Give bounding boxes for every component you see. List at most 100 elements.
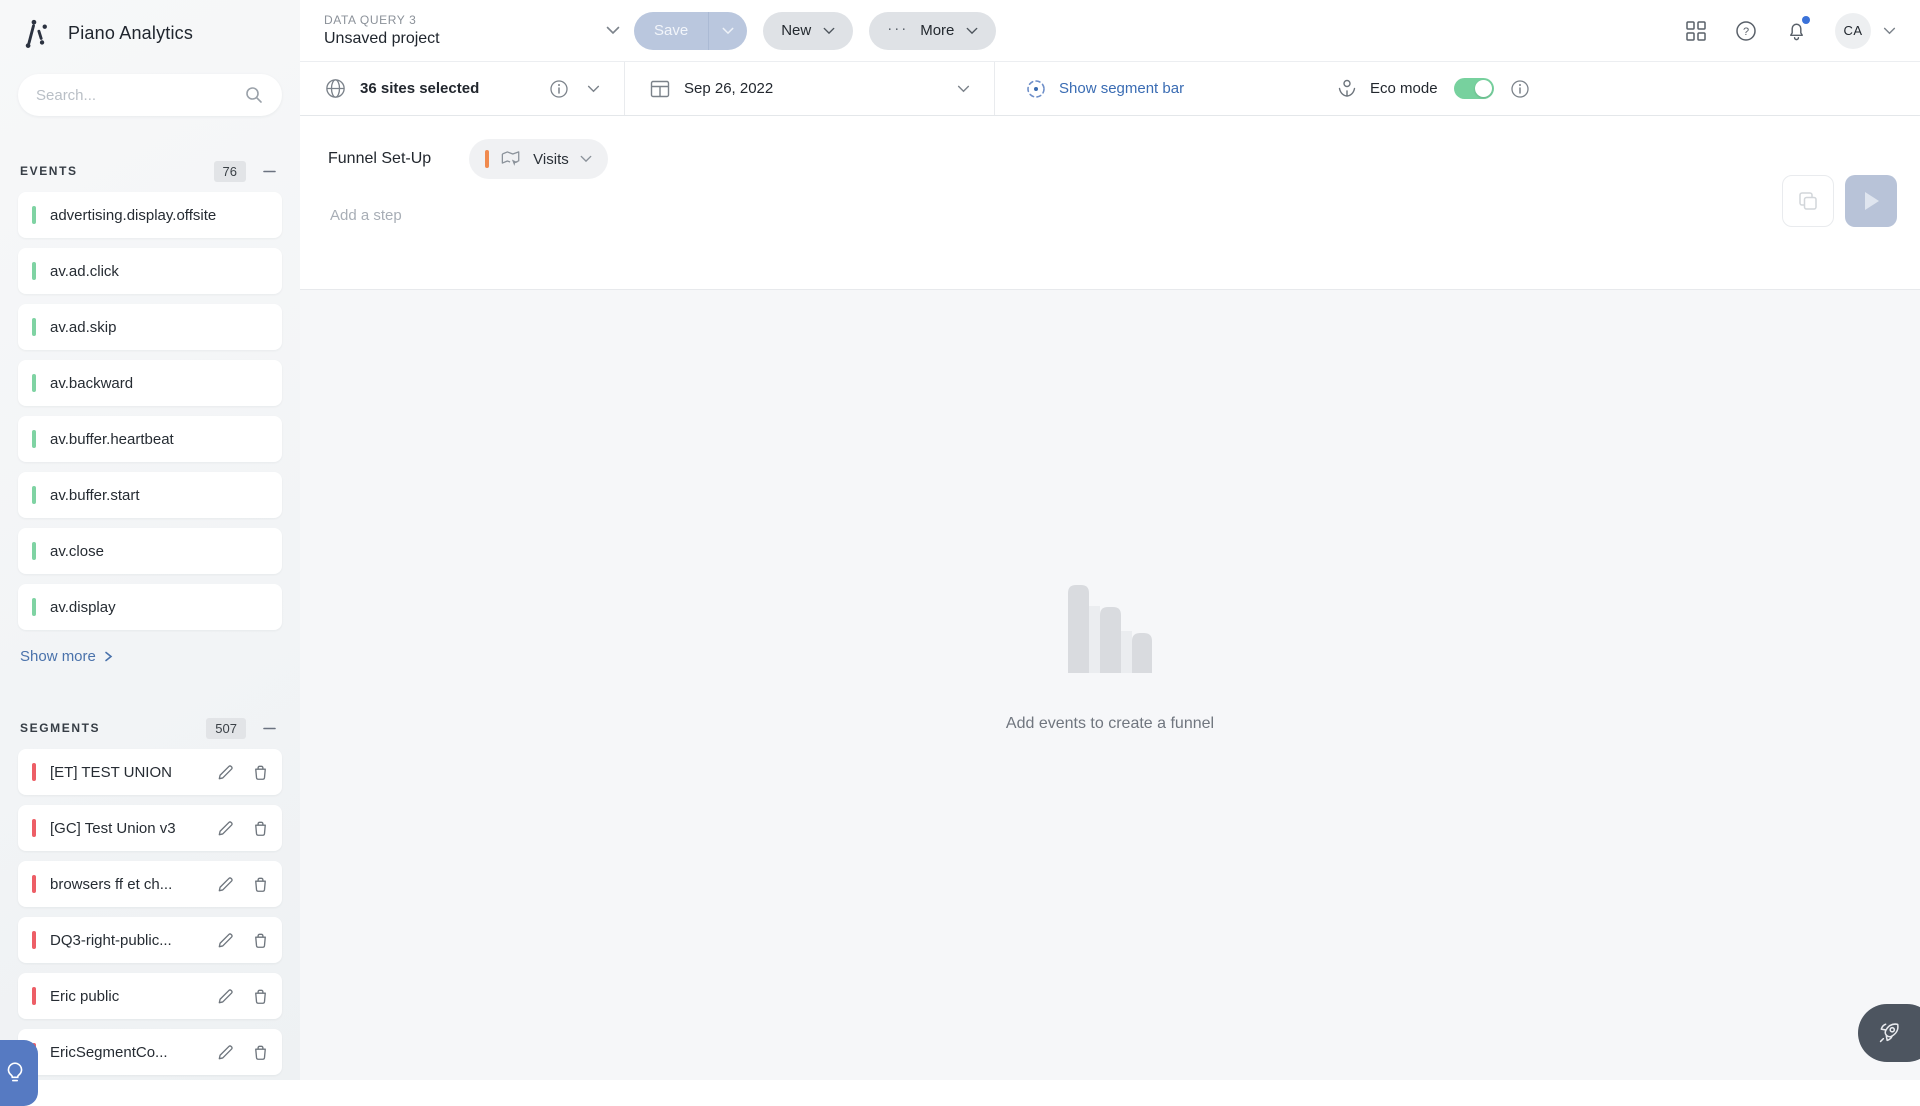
- project-selector[interactable]: DATA QUERY 3 Unsaved project: [324, 13, 620, 48]
- event-item[interactable]: av.close: [18, 528, 282, 574]
- metric-label: Visits: [533, 151, 569, 168]
- sidebar: Piano Analytics EVENTS 76 advertising.di…: [0, 0, 300, 1080]
- search-box: [18, 74, 282, 116]
- new-button-label: New: [781, 22, 811, 39]
- segment-accent-bar: [32, 987, 36, 1005]
- segment-item[interactable]: [ET] TEST UNION: [18, 749, 282, 795]
- eco-info-icon[interactable]: [1510, 79, 1530, 99]
- event-item[interactable]: av.buffer.start: [18, 472, 282, 518]
- user-avatar[interactable]: CA: [1835, 13, 1871, 49]
- event-item[interactable]: advertising.display.offsite: [18, 192, 282, 238]
- date-label: Sep 26, 2022: [684, 80, 773, 97]
- edit-segment-icon[interactable]: [216, 819, 235, 838]
- event-label: av.buffer.start: [50, 487, 270, 504]
- event-accent-bar: [32, 542, 36, 560]
- sites-selector[interactable]: 36 sites selected: [300, 62, 625, 115]
- sites-chevron-down-icon[interactable]: [587, 85, 600, 93]
- event-item[interactable]: av.backward: [18, 360, 282, 406]
- help-widget-button[interactable]: [0, 1040, 38, 1106]
- filter-bar: 36 sites selected Sep 26, 2022: [300, 62, 1920, 116]
- event-item[interactable]: av.ad.skip: [18, 304, 282, 350]
- eco-mode-toggle[interactable]: [1454, 78, 1494, 99]
- edit-segment-icon[interactable]: [216, 875, 235, 894]
- edit-segment-icon[interactable]: [216, 987, 235, 1006]
- chevron-right-icon: [103, 651, 114, 662]
- new-button[interactable]: New: [763, 12, 853, 50]
- show-more-link[interactable]: Show more: [18, 648, 282, 665]
- help-icon[interactable]: ?: [1734, 19, 1758, 43]
- apps-grid-icon[interactable]: [1685, 20, 1707, 42]
- more-button-label: More: [920, 22, 954, 39]
- date-selector[interactable]: Sep 26, 2022: [625, 62, 995, 115]
- event-item[interactable]: av.display: [18, 584, 282, 630]
- event-label: advertising.display.offsite: [50, 207, 270, 224]
- save-dropdown-button[interactable]: [709, 12, 747, 50]
- segment-label: Eric public: [50, 988, 210, 1005]
- event-accent-bar: [32, 262, 36, 280]
- empty-state-text: Add events to create a funnel: [1006, 715, 1214, 733]
- event-label: av.close: [50, 543, 270, 560]
- metric-selector[interactable]: Visits: [469, 139, 608, 179]
- rocket-button[interactable]: [1858, 1004, 1920, 1062]
- more-button[interactable]: ··· More: [869, 12, 996, 50]
- funnel-setup-title: Funnel Set-Up: [328, 150, 431, 168]
- delete-segment-icon[interactable]: [251, 987, 270, 1006]
- funnel-actions: [1782, 175, 1897, 227]
- delete-segment-icon[interactable]: [251, 819, 270, 838]
- segment-label: [ET] TEST UNION: [50, 764, 210, 781]
- event-label: av.ad.click: [50, 263, 270, 280]
- eco-mode-control: Eco mode: [1335, 62, 1554, 115]
- account-chevron-down-icon[interactable]: [1883, 27, 1896, 35]
- events-section-label: EVENTS: [20, 164, 202, 178]
- event-label: av.display: [50, 599, 270, 616]
- chevron-down-icon: [580, 155, 592, 163]
- delete-segment-icon[interactable]: [251, 931, 270, 950]
- lightbulb-icon: [2, 1060, 28, 1086]
- save-button[interactable]: Save: [634, 12, 747, 50]
- segment-accent-bar: [32, 875, 36, 893]
- run-query-button[interactable]: [1845, 175, 1897, 227]
- segment-item[interactable]: EricSegmentCo...: [18, 1029, 282, 1075]
- segment-item[interactable]: DQ3-right-public...: [18, 917, 282, 963]
- event-label: av.ad.skip: [50, 319, 270, 336]
- event-accent-bar: [32, 430, 36, 448]
- edit-segment-icon[interactable]: [216, 931, 235, 950]
- event-accent-bar: [32, 598, 36, 616]
- duplicate-button[interactable]: [1782, 175, 1834, 227]
- empty-state: Add events to create a funnel: [1006, 585, 1214, 733]
- notifications-bell-icon[interactable]: [1785, 19, 1808, 42]
- funnel-setup-panel: Funnel Set-Up Visits Add a step: [300, 116, 1920, 290]
- segment-item[interactable]: [GC] Test Union v3: [18, 805, 282, 851]
- add-step-placeholder[interactable]: Add a step: [328, 207, 1892, 224]
- ellipsis-icon: ···: [887, 20, 908, 37]
- show-segment-bar-control[interactable]: Show segment bar: [995, 62, 1335, 115]
- piano-analytics-logo-icon: [20, 15, 56, 51]
- search-input[interactable]: [36, 87, 244, 104]
- edit-segment-icon[interactable]: [216, 1043, 235, 1062]
- event-item[interactable]: av.ad.click: [18, 248, 282, 294]
- query-label: DATA QUERY 3: [324, 13, 606, 27]
- notification-dot: [1802, 16, 1810, 24]
- sites-info-icon[interactable]: [549, 79, 569, 99]
- brand: Piano Analytics: [18, 0, 282, 66]
- events-collapse-icon[interactable]: [258, 160, 280, 182]
- eco-mode-label: Eco mode: [1370, 80, 1438, 97]
- rocket-icon: [1876, 1020, 1902, 1046]
- segment-item[interactable]: Eric public: [18, 973, 282, 1019]
- delete-segment-icon[interactable]: [251, 875, 270, 894]
- event-item[interactable]: av.buffer.heartbeat: [18, 416, 282, 462]
- segment-target-icon: [1025, 78, 1047, 100]
- segments-collapse-icon[interactable]: [258, 717, 280, 739]
- date-chevron-down-icon[interactable]: [957, 85, 970, 93]
- top-right-icons: ? CA: [1685, 13, 1896, 49]
- funnel-chart-placeholder-icon: [1068, 585, 1152, 673]
- show-more-label: Show more: [20, 648, 96, 665]
- segment-item[interactable]: browsers ff et ch...: [18, 861, 282, 907]
- delete-segment-icon[interactable]: [251, 763, 270, 782]
- action-buttons: Save New ··· More: [634, 12, 996, 50]
- delete-segment-icon[interactable]: [251, 1043, 270, 1062]
- edit-segment-icon[interactable]: [216, 763, 235, 782]
- segments-section-label: SEGMENTS: [20, 721, 194, 735]
- calendar-icon: [649, 78, 671, 100]
- segment-label: EricSegmentCo...: [50, 1044, 210, 1061]
